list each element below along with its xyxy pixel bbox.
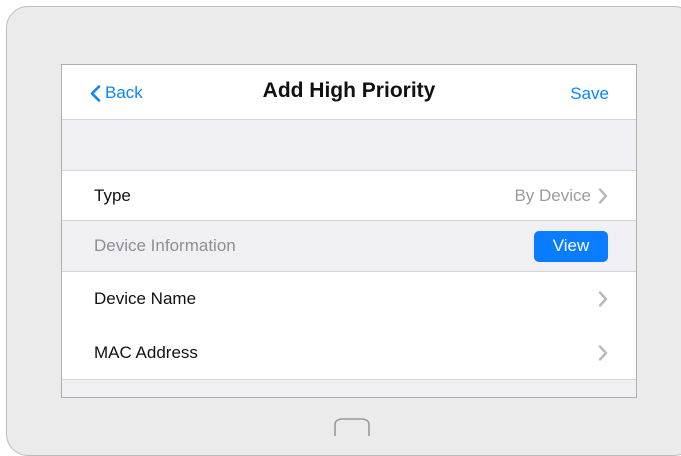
mac-address-label: MAC Address: [94, 342, 198, 362]
device-name-row[interactable]: Device Name: [62, 272, 636, 326]
app-screen: Back Add High Priority Save Type By Devi…: [61, 64, 637, 398]
home-button-icon[interactable]: [333, 417, 371, 437]
bottom-spacer: [62, 380, 636, 397]
chevron-right-icon: [598, 344, 608, 361]
type-row[interactable]: Type By Device: [62, 170, 636, 221]
view-button[interactable]: View: [534, 230, 608, 262]
section-label: Device Information: [94, 236, 236, 255]
mac-address-row[interactable]: MAC Address: [62, 326, 636, 380]
type-value-group: By Device: [514, 186, 608, 206]
save-button[interactable]: Save: [570, 84, 609, 104]
chevron-right-icon: [598, 291, 608, 307]
navigation-bar: Back Add High Priority Save: [62, 65, 636, 119]
page-title: Add High Priority: [262, 79, 436, 102]
device-information-header: Device Information View: [62, 221, 636, 272]
chevron-right-icon: [598, 187, 608, 204]
type-value: By Device: [514, 185, 591, 205]
device-name-label: Device Name: [94, 289, 197, 308]
section-spacer: [62, 119, 636, 170]
type-label: Type: [94, 185, 131, 205]
